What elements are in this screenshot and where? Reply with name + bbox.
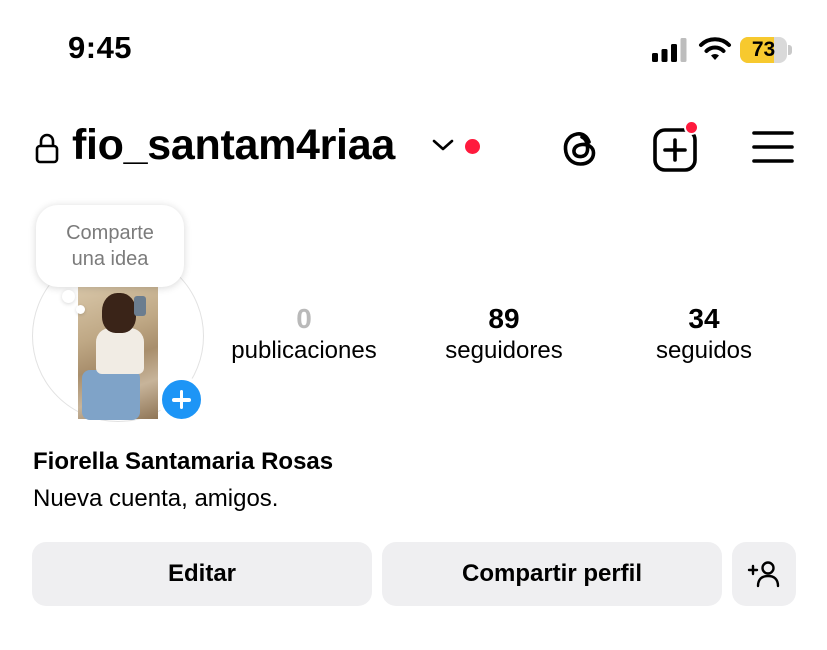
add-person-icon: [747, 561, 780, 588]
posts-label: publicaciones: [231, 337, 377, 364]
battery-indicator: 73: [740, 37, 792, 63]
status-bar: 9:45 73: [0, 0, 827, 100]
stat-posts[interactable]: 0 publicaciones: [204, 302, 404, 366]
note-bubble-line2: una idea: [71, 248, 149, 270]
edit-profile-button[interactable]: Editar: [32, 542, 372, 606]
account-notification-dot: [465, 139, 480, 154]
discover-people-button[interactable]: [732, 542, 796, 606]
account-username[interactable]: fio_santam4riaa: [72, 121, 395, 170]
share-profile-button[interactable]: Compartir perfil: [382, 542, 722, 606]
battery-level: 73: [751, 38, 776, 61]
note-bubble-line1: Comparte: [66, 222, 154, 244]
status-time: 9:45: [68, 30, 133, 65]
followers-label: seguidores: [445, 337, 563, 364]
add-story-button[interactable]: [158, 376, 205, 423]
new-post-notification-dot: [684, 120, 699, 135]
stat-following[interactable]: 34 seguidos: [604, 302, 804, 366]
menu-icon[interactable]: [752, 129, 794, 165]
profile-header: fio_santam4riaa: [0, 115, 827, 185]
wifi-icon: [699, 37, 731, 60]
following-count: 34: [688, 303, 720, 334]
profile-full-name: Fiorella Santamaria Rosas: [33, 448, 334, 475]
profile-bio: Nueva cuenta, amigos.: [33, 485, 279, 512]
following-label: seguidos: [655, 337, 753, 364]
cellular-signal-icon: [652, 38, 687, 62]
note-bubble[interactable]: Comparte una idea: [36, 205, 184, 287]
chevron-down-icon[interactable]: [432, 138, 454, 152]
posts-count: 0: [296, 303, 312, 334]
threads-icon[interactable]: [558, 126, 602, 170]
followers-count: 89: [488, 303, 520, 334]
stat-followers[interactable]: 89 seguidores: [404, 302, 604, 366]
lock-icon: [35, 133, 59, 164]
